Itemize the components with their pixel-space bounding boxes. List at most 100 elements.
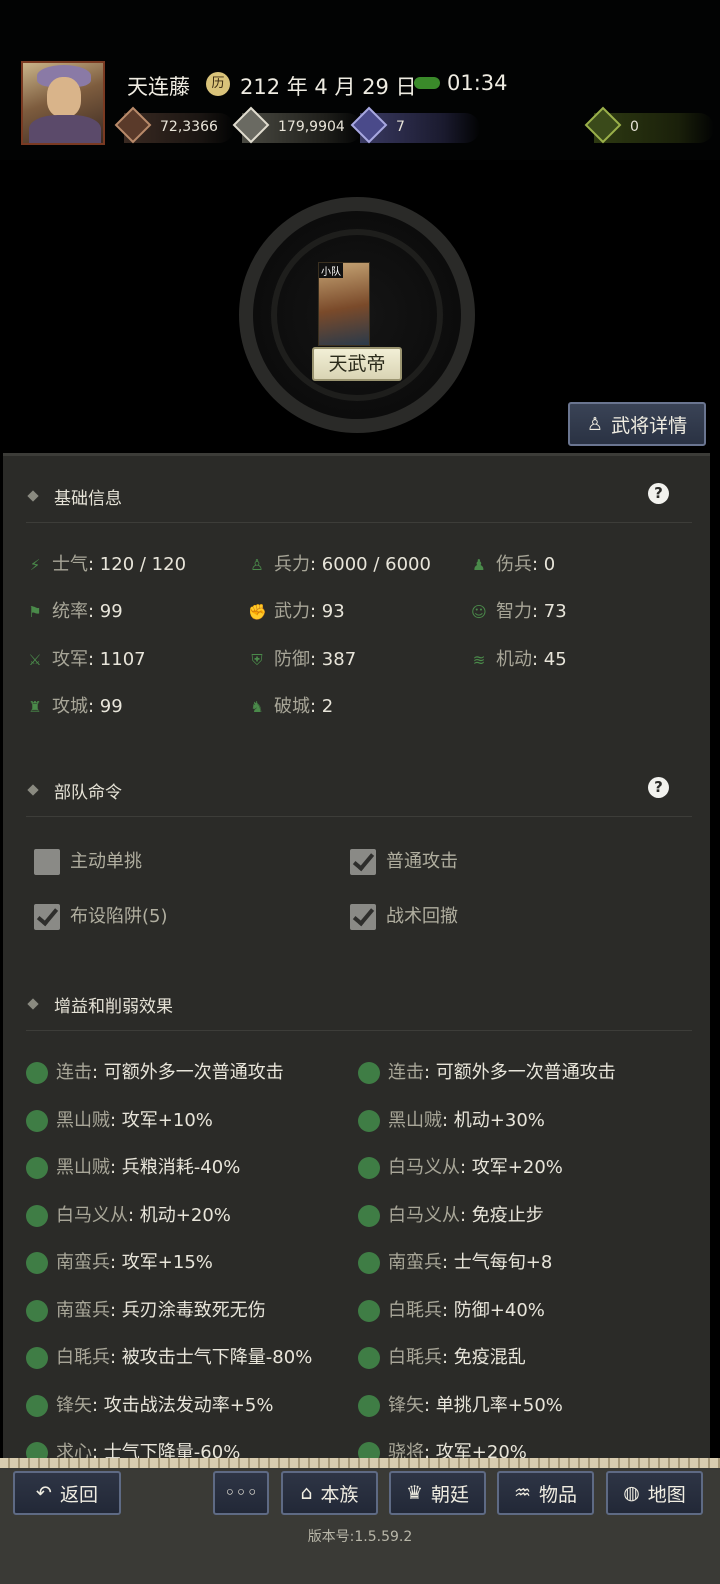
- items-button[interactable]: ♒ 物品: [497, 1471, 594, 1515]
- buff-source: 锋矢: [56, 1394, 92, 1416]
- buff-item: 白马义从: 攻军+20%: [358, 1153, 563, 1179]
- grain-resource: 179,9904: [232, 106, 362, 144]
- help-icon[interactable]: ?: [648, 777, 669, 798]
- basic-info-title: 基础信息: [54, 489, 122, 509]
- buff-source: 白马义从: [388, 1157, 460, 1178]
- buff-icon: [358, 1252, 380, 1274]
- checkbox-unchecked-icon: [34, 849, 60, 875]
- bag-value: 0: [630, 119, 639, 135]
- version-label: 版本号:1.5.59.2: [307, 1529, 413, 1545]
- general-icon: ♙: [586, 413, 604, 435]
- gold-value: 72,3366: [160, 119, 218, 135]
- troop-resource: 7: [350, 106, 480, 144]
- wounded-icon: ♟: [472, 556, 486, 574]
- buff-effect: 防御+40%: [453, 1299, 545, 1321]
- more-icon: ◦◦◦: [224, 1482, 258, 1504]
- stat-intelligence: ☺ 智力: 73: [471, 601, 567, 622]
- checkbox-checked-icon: [34, 904, 60, 930]
- command-trap-checkbox[interactable]: 布设陷阱(5): [34, 902, 168, 930]
- buff-item: 白马义从: 免疫止步: [358, 1201, 544, 1227]
- help-icon[interactable]: ?: [648, 483, 669, 504]
- buff-effect: 免疫混乱: [453, 1347, 526, 1368]
- buff-icon: [358, 1109, 380, 1132]
- map-icon: ◍: [623, 1482, 640, 1504]
- buff-item: 白毦兵: 防御+40%: [358, 1296, 545, 1322]
- checkbox-checked-icon: [350, 849, 376, 875]
- buff-item: 白马义从: 机动+20%: [26, 1201, 231, 1227]
- buff-item: 黑山贼: 机动+30%: [358, 1106, 545, 1132]
- game-date: 212 年 4 月 29 日: [240, 75, 417, 99]
- buff-icon: [26, 1157, 48, 1179]
- basic-info-header: 基础信息 ?: [26, 476, 692, 523]
- morale-icon: ⚡: [29, 556, 41, 574]
- buff-icon: [358, 1204, 380, 1227]
- general-portrait[interactable]: 小队: [318, 262, 370, 346]
- buff-icon: [358, 1299, 380, 1322]
- buff-source: 白毦兵: [388, 1299, 442, 1321]
- back-button[interactable]: ↶ 返回: [13, 1471, 121, 1515]
- buff-item: 南蛮兵: 攻军+15%: [26, 1248, 213, 1274]
- arm-icon: ✊: [248, 603, 267, 621]
- buff-item: 锋矢: 攻击战法发动率+5%: [26, 1391, 273, 1417]
- commands-header: 部队命令 ?: [26, 770, 692, 817]
- buff-source: 黑山贼: [56, 1157, 110, 1178]
- flag-icon: ⚑: [28, 603, 42, 621]
- command-retreat-checkbox[interactable]: 战术回撤: [350, 902, 458, 930]
- buff-item: 南蛮兵: 兵刃涂毒致死无伤: [26, 1296, 266, 1322]
- mobility-icon: ≋: [472, 651, 486, 669]
- stat-command: ⚑ 统率: 99: [26, 597, 122, 623]
- buff-source: 白马义从: [388, 1204, 460, 1226]
- buff-icon: [26, 1347, 48, 1369]
- buff-icon: [26, 1204, 48, 1227]
- ram-icon: ♞: [250, 698, 264, 716]
- buff-effect: 攻军+15%: [121, 1252, 213, 1273]
- crossed-swords-icon: ⚔: [28, 651, 42, 669]
- buff-item: 连击: 可额外多一次普通攻击: [26, 1058, 284, 1084]
- more-button[interactable]: ◦◦◦: [213, 1471, 269, 1515]
- gold-resource: 72,3366: [114, 106, 234, 144]
- game-time: 01:34: [447, 71, 508, 95]
- siege-icon: ♜: [28, 698, 42, 716]
- buff-effect: 兵粮消耗-40%: [121, 1157, 241, 1178]
- general-detail-button[interactable]: ♙ 武将详情: [568, 402, 706, 446]
- stat-defense: ⛨ 防御: 387: [248, 645, 356, 671]
- buffs-title: 增益和削弱效果: [54, 997, 173, 1017]
- stat-strength: ✊ 武力: 93: [248, 601, 345, 622]
- player-avatar[interactable]: [21, 61, 105, 145]
- buff-effect: 免疫止步: [471, 1204, 544, 1226]
- stat-mobility: ≋ 机动: 45: [470, 645, 567, 671]
- buff-item: 锋矢: 单挑几率+50%: [358, 1391, 563, 1417]
- buff-effect: 机动+20%: [139, 1204, 231, 1226]
- stat-wounded: ♟ 伤兵: 0: [470, 550, 555, 576]
- buff-source: 连击: [56, 1062, 92, 1083]
- buff-effect: 单挑几率+50%: [435, 1394, 563, 1416]
- buff-effect: 可额外多一次普通攻击: [103, 1062, 284, 1083]
- stat-morale: ⚡ 士气: 120 / 120: [26, 550, 186, 576]
- buff-icon: [26, 1394, 48, 1417]
- buff-effect: 兵刃涂毒致死无伤: [121, 1299, 266, 1321]
- stat-siege: ♜ 攻城: 99: [26, 692, 122, 718]
- court-button[interactable]: ♛ 朝廷: [389, 1471, 486, 1515]
- calendar-icon: 历: [206, 72, 230, 96]
- buff-item: 黑山贼: 攻军+10%: [26, 1106, 213, 1132]
- command-duel-checkbox[interactable]: 主动单挑: [34, 847, 142, 875]
- buff-effect: 可额外多一次普通攻击: [435, 1062, 616, 1083]
- buff-effect: 被攻击士气下降量-80%: [121, 1347, 313, 1368]
- buff-effect: 攻击战法发动率+5%: [103, 1394, 274, 1416]
- buff-source: 白毦兵: [388, 1347, 442, 1368]
- stat-attack: ⚔ 攻军: 1107: [26, 645, 145, 671]
- buff-item: 南蛮兵: 士气每旬+8: [358, 1248, 552, 1274]
- buff-icon: [26, 1299, 48, 1322]
- commands-title: 部队命令: [54, 783, 122, 803]
- buff-icon: [358, 1394, 380, 1417]
- buff-item: 连击: 可额外多一次普通攻击: [358, 1058, 616, 1084]
- buff-item: 白毦兵: 免疫混乱: [358, 1343, 526, 1369]
- stat-troops: ♙ 兵力: 6000 / 6000: [248, 550, 431, 576]
- map-button[interactable]: ◍ 地图: [606, 1471, 703, 1515]
- command-normal-attack-checkbox[interactable]: 普通攻击: [350, 847, 458, 875]
- shield-icon: ⛨: [251, 651, 263, 669]
- clan-icon: ⌂: [300, 1482, 313, 1504]
- brain-icon: ☺: [471, 603, 487, 621]
- troop-value: 7: [396, 119, 405, 135]
- clan-button[interactable]: ⌂ 本族: [281, 1471, 378, 1515]
